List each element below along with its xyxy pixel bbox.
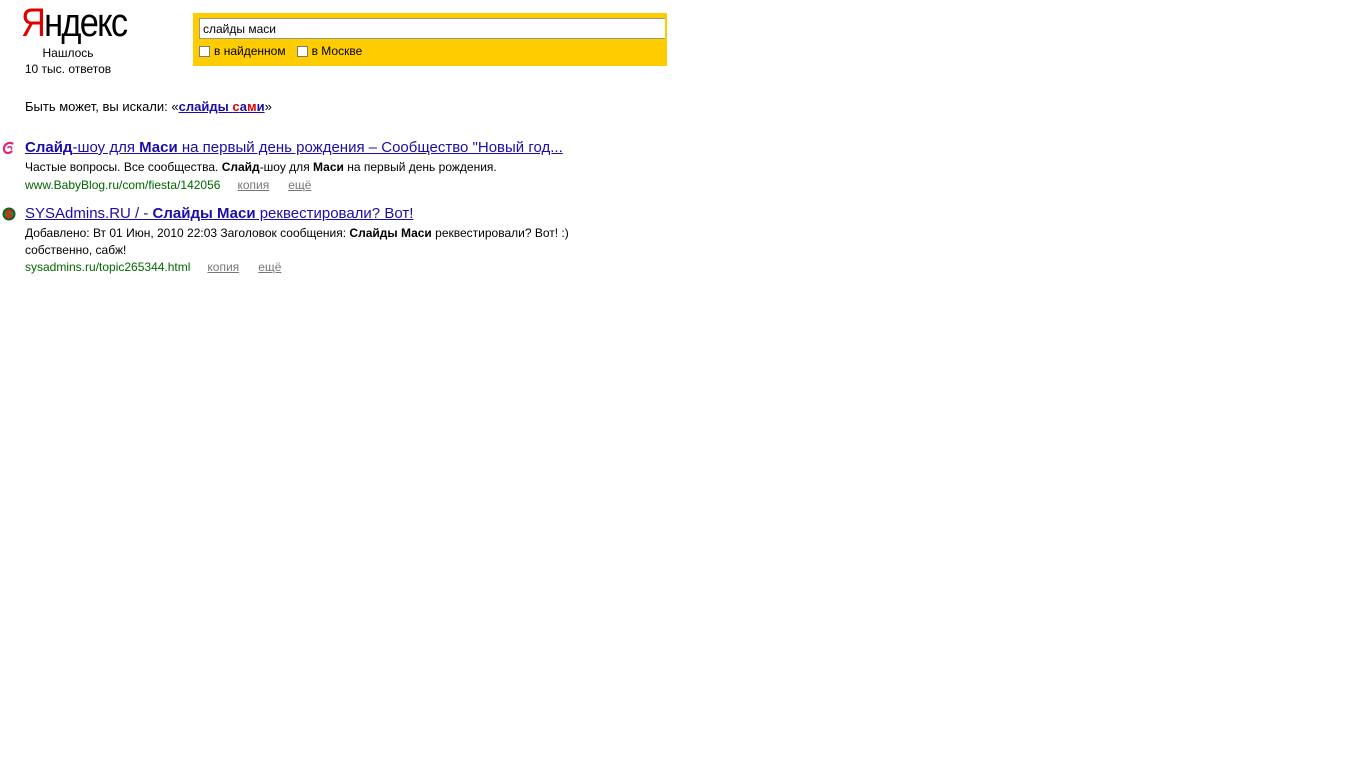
title-highlight: Слайды Маси (152, 205, 256, 222)
title-text: на первый день рождения – Сообщество "Но… (177, 139, 563, 156)
result-title-link[interactable]: SYSAdmins.RU / - Слайды Маси реквестиров… (25, 205, 413, 223)
option-search-in-found[interactable]: в найденном (199, 44, 286, 58)
suggestion-letter-2: а (239, 99, 247, 114)
result-snippet: Частые вопросы. Все сообщества. Слайд-шо… (25, 159, 497, 176)
checkbox-region[interactable] (296, 45, 308, 57)
title-highlight: Маси (139, 139, 178, 156)
suggestion-word-1: слайды (178, 99, 229, 114)
babyblog-favicon-icon (2, 141, 14, 155)
snippet-highlight: Слайды Маси (349, 226, 432, 240)
suggestion-fixed-letter-1: с (232, 99, 240, 114)
cached-copy-link[interactable]: копия (207, 260, 239, 274)
checkbox-search-in-found[interactable] (199, 45, 210, 57)
search-result: SYSAdmins.RU / - Слайды Маси реквестиров… (0, 205, 700, 280)
logo-letter-ya: Я (21, 1, 46, 45)
snippet-text: -шоу для (259, 160, 314, 174)
suggestion-prefix: Быть может, вы искали: « (25, 99, 179, 114)
search-results-page: Яндекс Нашлось 10 тыс. ответов в найденн… (0, 0, 1365, 767)
suggestion-letter-4: и (256, 99, 265, 114)
title-text: SYSAdmins.RU / - (25, 205, 153, 222)
snippet-text: реквестировали? Вот! :) (431, 226, 569, 240)
snippet-text: Частые вопросы. Все сообщества. (25, 160, 222, 174)
title-text: реквестировали? Вот! (255, 205, 414, 222)
option-search-in-found-label: в найденном (214, 44, 286, 58)
option-region[interactable]: в Москве (296, 44, 363, 58)
result-url[interactable]: www.BabyBlog.ru/com/fiesta/142056 (25, 178, 220, 192)
suggestion-suffix: » (264, 99, 272, 114)
result-title-link[interactable]: Слайд-шоу для Маси на первый день рожден… (25, 139, 563, 157)
search-options: в найденном в Москве (199, 44, 373, 58)
cached-copy-link[interactable]: копия (237, 178, 269, 192)
result-url-row: www.BabyBlog.ru/com/fiesta/142056 копия ещ… (25, 177, 311, 193)
search-panel: в найденном в Москве (193, 13, 667, 66)
search-result: Слайд-шоу для Маси на первый день рожден… (0, 139, 700, 199)
title-text: -шоу для (72, 139, 140, 156)
result-snippet: Добавлено: Вт 01 Июн, 2010 22:03 Заголов… (25, 225, 569, 242)
more-link[interactable]: ещё (288, 178, 311, 192)
results-count-label: Нашлось (42, 46, 94, 60)
results-count-value: 10 тыс. ответов (24, 62, 112, 76)
suggestion-link[interactable]: слайды сами (179, 99, 265, 114)
snippet-highlight: Маси (313, 160, 344, 174)
option-region-label: в Москве (311, 44, 363, 58)
suggestion-fixed-letter-3: м (246, 99, 257, 114)
sysadmins-favicon-icon (2, 207, 16, 221)
snippet-text: на первый день рождения. (343, 160, 497, 174)
snippet-highlight: Слайд (221, 160, 260, 174)
logo-text: ндекс (44, 1, 128, 45)
result-snippet-line2: собственно, сабж! (25, 243, 127, 257)
search-input[interactable] (199, 18, 665, 39)
title-highlight: Слайд (25, 139, 73, 156)
results-count: Нашлось 10 тыс. ответов (18, 45, 118, 77)
spelling-suggestion: Быть может, вы искали: «слайды сами» (25, 99, 272, 115)
yandex-logo[interactable]: Яндекс (21, 1, 128, 45)
result-url-row: sysadmins.ru/topic265344.html копия ещё (25, 259, 281, 275)
result-url[interactable]: sysadmins.ru/topic265344.html (25, 260, 190, 274)
more-link[interactable]: ещё (258, 260, 281, 274)
snippet-text: Добавлено: Вт 01 Июн, 2010 22:03 Заголов… (25, 226, 350, 240)
